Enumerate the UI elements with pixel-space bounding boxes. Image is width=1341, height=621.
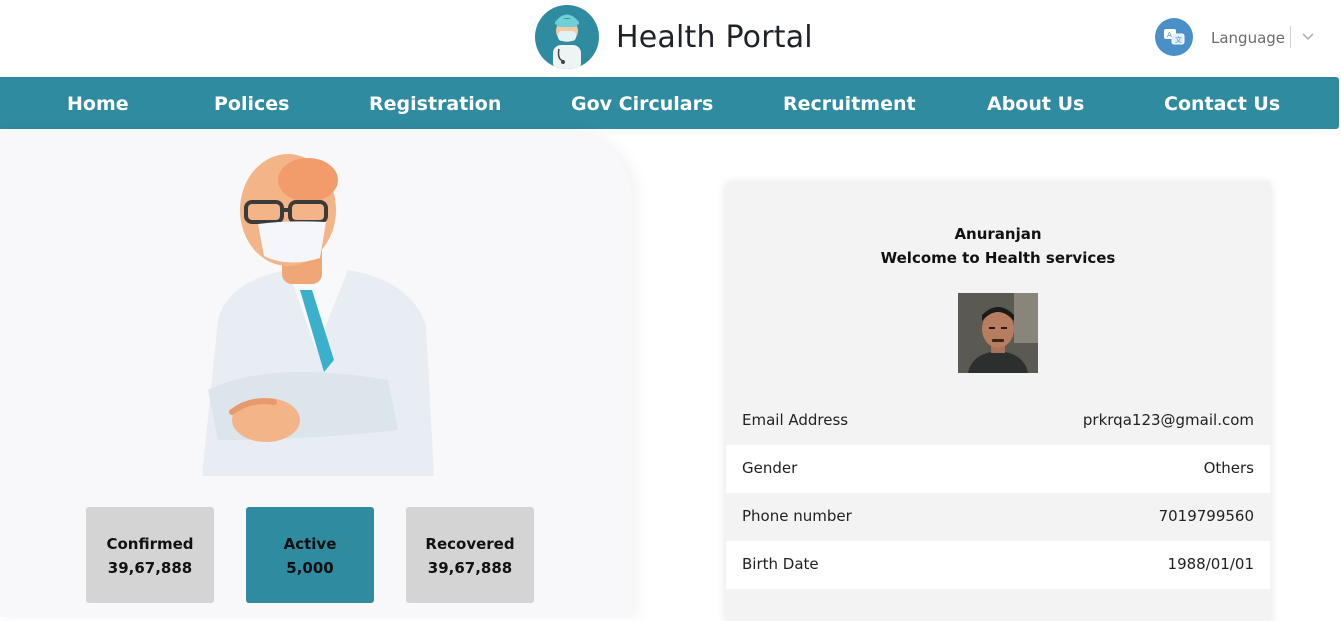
profile-name: Anuranjan <box>954 225 1042 243</box>
translate-icon[interactable]: A 文 <box>1155 18 1193 56</box>
language-label[interactable]: Language <box>1211 29 1285 47</box>
nav-item-registration[interactable]: Registration <box>369 93 501 115</box>
doctor-illustration <box>188 150 448 476</box>
profile-card: Anuranjan Welcome to Health services Ema… <box>726 181 1270 621</box>
main-nav: Home Polices Registration Gov Circulars … <box>0 77 1339 129</box>
stat-value: 39,67,888 <box>427 559 513 577</box>
row-label: Gender <box>742 459 798 477</box>
row-label: Birth Date <box>742 555 819 573</box>
row-value: 7019799560 <box>1158 507 1254 525</box>
stat-label: Recovered <box>425 535 515 553</box>
svg-text:文: 文 <box>1175 35 1182 44</box>
chevron-down-icon[interactable] <box>1301 30 1315 44</box>
avatar <box>958 293 1038 373</box>
stat-label: Confirmed <box>106 535 194 553</box>
nav-item-recruitment[interactable]: Recruitment <box>783 93 916 115</box>
nav-item-about-us[interactable]: About Us <box>987 93 1084 115</box>
stat-confirmed: Confirmed 39,67,888 <box>86 507 214 603</box>
doctor-logo-icon[interactable] <box>535 5 599 69</box>
row-value: Others <box>1203 459 1254 477</box>
svg-text:A: A <box>1167 31 1172 39</box>
nav-item-gov-circulars[interactable]: Gov Circulars <box>571 93 713 115</box>
profile-row-email: Email Address prkrqa123@gmail.com <box>726 397 1270 445</box>
stat-active: Active 5,000 <box>246 507 374 603</box>
nav-item-polices[interactable]: Polices <box>214 93 289 115</box>
stat-value: 39,67,888 <box>107 559 193 577</box>
row-label: Email Address <box>742 411 849 429</box>
row-value: 1988/01/01 <box>1167 555 1254 573</box>
welcome-message: Welcome to Health services <box>880 249 1116 267</box>
stat-label: Active <box>283 535 337 553</box>
profile-row-phone: Phone number 7019799560 <box>726 493 1270 541</box>
divider <box>1290 26 1291 48</box>
stat-recovered: Recovered 39,67,888 <box>406 507 534 603</box>
profile-row-birth-date: Birth Date 1988/01/01 <box>726 541 1270 589</box>
nav-item-contact-us[interactable]: Contact Us <box>1164 93 1280 115</box>
row-label: Phone number <box>742 507 852 525</box>
profile-row-gender: Gender Others <box>726 445 1270 493</box>
nav-item-home[interactable]: Home <box>67 93 129 115</box>
row-value: prkrqa123@gmail.com <box>1082 411 1254 429</box>
header: Health Portal A 文 Language <box>0 0 1341 77</box>
stat-value: 5,000 <box>286 559 334 577</box>
app-title: Health Portal <box>616 20 813 55</box>
